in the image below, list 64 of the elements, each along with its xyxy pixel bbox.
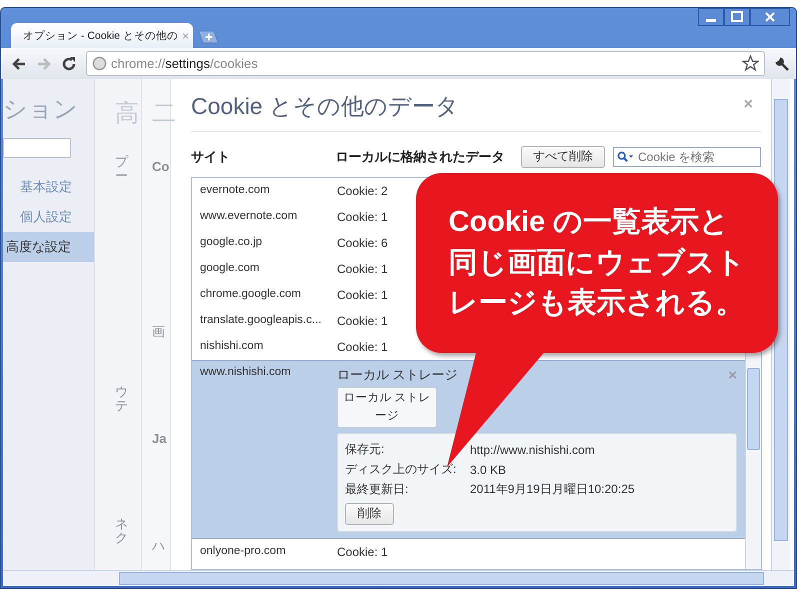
- column-header: サイト: [191, 148, 231, 166]
- cookie-row[interactable]: onlyone-pro.com Cookie: 1: [192, 538, 745, 565]
- site-name: evernote.com: [200, 184, 271, 196]
- detail-value: 3.0 KB: [470, 462, 506, 477]
- url-text: settings: [165, 56, 210, 71]
- url-text: chrome://: [111, 56, 166, 71]
- detail-value: http://www.nishishi.com: [470, 442, 595, 457]
- faded-page-text: Ja: [152, 431, 166, 446]
- stored-data: Cookie: 1: [337, 210, 388, 224]
- site-name: onlyone-pro.com: [200, 544, 287, 557]
- cookie-row[interactable]: www.nishishi.com ローカル ストレージ ローカル ストレージ 保存元: http://www.nishishi.com ディスク上のサイズ: 3.0 KB 最終更新日: 2011年9月19日月曜日10:20:25 削除 ×: [192, 360, 745, 539]
- maximize-icon[interactable]: [724, 8, 750, 26]
- search-field[interactable]: [3, 138, 71, 158]
- dialog-title: Cookie とその他のデータ: [191, 92, 459, 122]
- faded-page-text: 画: [152, 323, 165, 341]
- stored-data: Cookie: 1: [337, 544, 388, 559]
- address-bar[interactable]: chrome://settings/cookies: [86, 51, 765, 76]
- stored-data: Cookie: 1: [337, 314, 388, 328]
- stored-data: Cookie: 1: [337, 288, 388, 302]
- site-name: chrome.google.com: [200, 288, 302, 300]
- new-tab-icon[interactable]: [197, 30, 219, 44]
- globe-icon: [92, 56, 107, 71]
- faded-page-text: プー: [115, 155, 128, 184]
- tab-title: オプション - Cookie とその他の: [23, 28, 178, 42]
- detail-value: 2011年9月19日月曜日10:20:25: [470, 481, 635, 498]
- site-name: www.evernote.com: [200, 210, 298, 222]
- site-name: translate.googleapis.c...: [200, 314, 322, 326]
- scrollbar[interactable]: [3, 570, 794, 586]
- sidebar-item[interactable]: 高度な設定: [3, 232, 94, 262]
- browser-tab[interactable]: オプション - Cookie とその他の ×: [11, 23, 193, 48]
- search-icon: [617, 150, 634, 163]
- callout-text: レージも表示される。: [448, 286, 746, 322]
- delete-button[interactable]: 削除: [345, 502, 394, 525]
- column-header: ローカルに格納されたデータ: [335, 148, 506, 166]
- callout-text: 同じ画面にウェブスト: [448, 246, 746, 280]
- faded-page-text: ハ: [152, 537, 165, 555]
- star-icon[interactable]: [742, 55, 759, 72]
- detail-label: ディスク上のサイズ:: [345, 461, 458, 478]
- faded-page-text: ネク: [115, 517, 128, 546]
- site-name: www.nishishi.com: [200, 366, 292, 378]
- stored-data: Cookie: 1: [337, 262, 388, 276]
- search-field[interactable]: Cookie を検索: [613, 146, 761, 167]
- stored-data: Cookie: 1: [337, 340, 388, 354]
- faded-page-text: ウテ: [115, 385, 128, 414]
- wrench-icon[interactable]: [774, 56, 790, 72]
- minimize-icon[interactable]: [698, 8, 724, 26]
- stored-data: ローカル ストレージ: [337, 366, 458, 384]
- back-arrow-icon[interactable]: [11, 56, 27, 72]
- page-title: ション: [3, 95, 79, 125]
- stored-data: Cookie: 6: [337, 236, 388, 250]
- callout-text: Cookie の一覧表示と: [448, 204, 730, 240]
- delete-all-button[interactable]: すべて削除: [521, 146, 605, 168]
- detail-label: 最終更新日:: [345, 481, 410, 498]
- site-name: google.com: [200, 262, 260, 274]
- storage-item-button[interactable]: ローカル ストレージ: [337, 387, 437, 428]
- close-icon[interactable]: [750, 8, 790, 26]
- url-text: /cookies: [210, 56, 258, 71]
- faded-page-text: Co: [152, 159, 170, 174]
- stored-data: Cookie: 2: [337, 184, 388, 198]
- faded-page-text: 二: [152, 99, 176, 129]
- site-name: nishishi.com: [200, 340, 264, 352]
- detail-label: 保存元:: [345, 441, 386, 458]
- site-name: google.co.jp: [200, 236, 264, 248]
- reload-icon[interactable]: [61, 56, 77, 72]
